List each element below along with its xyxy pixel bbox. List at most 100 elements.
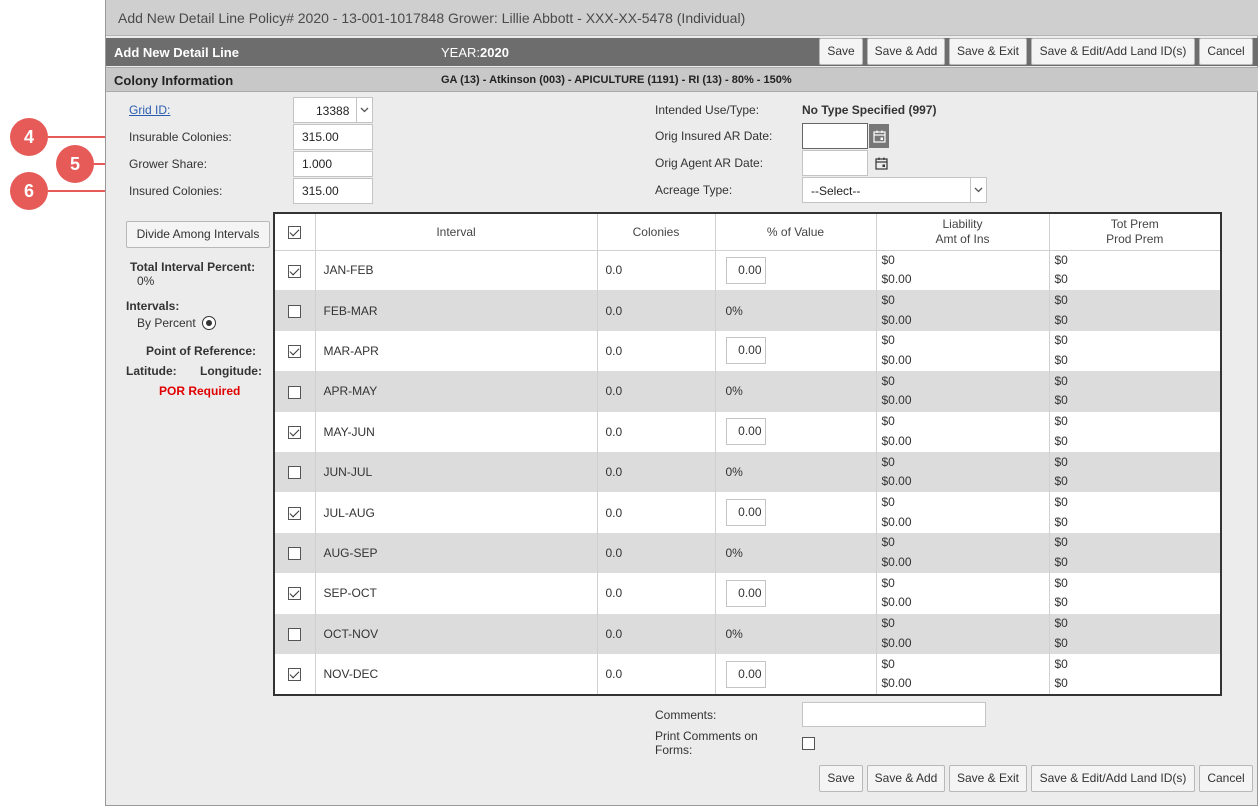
colonies-cell: 0.0 xyxy=(597,451,716,493)
save-button[interactable]: Save xyxy=(819,38,863,65)
print-comments-checkbox[interactable] xyxy=(802,737,815,750)
calendar-icon[interactable] xyxy=(871,151,891,175)
table-row: AUG-SEP 0.0 0% $0 $0.00 $0 $0 xyxy=(275,532,1220,574)
row-select-cell[interactable] xyxy=(275,411,316,452)
row-checkbox[interactable] xyxy=(288,466,301,480)
pct-value-input[interactable]: 0.00 xyxy=(725,418,766,446)
comments-input[interactable] xyxy=(802,702,986,727)
table-row: APR-MAY 0.0 0% $0 $0.00 $0 $0 xyxy=(275,371,1220,412)
pct-value-cell: 0% xyxy=(715,451,877,493)
pct-value-input[interactable]: 0.00 xyxy=(725,256,766,284)
pct-value-cell: 0.00 xyxy=(715,411,877,452)
colonies-cell: 0.0 xyxy=(597,532,716,574)
row-checkbox[interactable] xyxy=(288,547,301,561)
liability-cell: $0 $0.00 xyxy=(876,451,1050,493)
radio-selected-icon[interactable] xyxy=(202,316,216,330)
select-all-checkbox[interactable] xyxy=(288,225,302,239)
row-select-cell[interactable] xyxy=(275,532,316,574)
pct-value-input[interactable]: 0.00 xyxy=(725,499,766,527)
colonies-header: Colonies xyxy=(597,214,716,251)
table-row: SEP-OCT 0.0 0.00 $0 $0.00 $0 $0 xyxy=(275,573,1220,614)
liability-header: Liability Amt of Ins xyxy=(876,214,1050,251)
total-interval-percent-value: 0% xyxy=(137,274,155,288)
pct-value-input[interactable]: 0.00 xyxy=(725,579,766,607)
row-select-cell[interactable] xyxy=(275,371,316,412)
row-checkbox[interactable] xyxy=(288,264,301,278)
row-select-cell[interactable] xyxy=(275,653,316,695)
save-add-button-bottom[interactable]: Save & Add xyxy=(867,765,945,792)
table-row: NOV-DEC 0.0 0.00 $0 $0.00 $0 $0 xyxy=(275,653,1220,695)
colonies-cell: 0.0 xyxy=(597,613,716,654)
insurable-colonies-input[interactable] xyxy=(293,124,373,150)
save-edit-land-button-bottom[interactable]: Save & Edit/Add Land ID(s) xyxy=(1031,765,1195,792)
grower-share-input[interactable] xyxy=(293,151,373,177)
grid-id-select[interactable]: 13388 xyxy=(293,97,373,123)
interval-table: Interval Colonies % of Value Liability Am… xyxy=(275,214,1220,695)
cancel-button[interactable]: Cancel xyxy=(1199,38,1253,65)
row-select-cell[interactable] xyxy=(275,613,316,654)
row-select-cell[interactable] xyxy=(275,573,316,614)
pct-value-text: 0% xyxy=(725,465,743,480)
window-title: Add New Detail Line Policy# 2020 - 13-00… xyxy=(118,10,746,26)
insurable-colonies-label: Insurable Colonies: xyxy=(129,130,232,144)
row-checkbox[interactable] xyxy=(288,506,301,520)
save-add-button[interactable]: Save & Add xyxy=(867,38,945,65)
year-display: YEAR:2020 xyxy=(441,45,509,60)
colonies-cell: 0.0 xyxy=(597,371,716,412)
table-row: FEB-MAR 0.0 0% $0 $0.00 $0 $0 xyxy=(275,290,1220,331)
row-select-cell[interactable] xyxy=(275,290,316,331)
liability-cell: $0 $0.00 xyxy=(876,573,1050,614)
colonies-cell: 0.0 xyxy=(597,250,716,291)
grid-id-link[interactable]: Grid ID: xyxy=(129,103,170,117)
premium-cell: $0 $0 xyxy=(1054,252,1068,287)
colonies-cell: 0.0 xyxy=(597,492,716,533)
callout-6-line xyxy=(48,190,112,192)
save-button-bottom[interactable]: Save xyxy=(819,765,863,792)
cancel-button-bottom[interactable]: Cancel xyxy=(1199,765,1253,792)
add-detail-line-dialog: Add New Detail Line Policy# 2020 - 13-00… xyxy=(105,0,1258,806)
row-select-cell[interactable] xyxy=(275,330,316,372)
row-select-cell[interactable] xyxy=(275,250,316,291)
save-exit-button[interactable]: Save & Exit xyxy=(949,38,1027,65)
pct-value-cell: 0% xyxy=(715,290,877,331)
liability-cell: $0 $0.00 xyxy=(876,411,1050,452)
orig-agent-ar-date-input[interactable] xyxy=(802,150,868,176)
save-exit-button-bottom[interactable]: Save & Exit xyxy=(949,765,1027,792)
premium-cell: $0 $0 xyxy=(1054,656,1068,691)
premium-cell: $0 $0 xyxy=(1049,371,1220,412)
interval-grid: Interval Colonies % of Value Liability Am… xyxy=(273,212,1222,696)
pct-value-input[interactable]: 0.00 xyxy=(725,337,766,365)
acreage-type-select[interactable]: --Select-- xyxy=(802,177,987,203)
row-checkbox[interactable] xyxy=(288,385,301,399)
colonies-cell: 0.0 xyxy=(597,573,716,614)
orig-insured-ar-date-input[interactable] xyxy=(802,123,868,149)
calendar-icon[interactable] xyxy=(869,124,889,148)
row-checkbox[interactable] xyxy=(288,627,301,641)
callout-6: 6 xyxy=(10,172,48,210)
row-checkbox[interactable] xyxy=(288,425,301,439)
row-checkbox[interactable] xyxy=(288,304,301,318)
row-select-cell[interactable] xyxy=(275,451,316,493)
premium-cell: $0 $0 xyxy=(1054,575,1068,610)
interval-cell: FEB-MAR xyxy=(315,290,598,331)
row-select-cell[interactable] xyxy=(275,492,316,533)
pct-value-cell: 0.00 xyxy=(715,653,877,695)
pct-value-text: 0% xyxy=(725,545,743,560)
divide-among-intervals-button[interactable]: Divide Among Intervals xyxy=(126,221,270,248)
interval-cell: JUL-AUG xyxy=(315,492,598,533)
row-checkbox[interactable] xyxy=(288,668,301,682)
window-title-bar: Add New Detail Line Policy# 2020 - 13-00… xyxy=(106,0,1258,36)
pct-value-cell: 0.00 xyxy=(715,492,877,533)
pct-value-cell: 0% xyxy=(715,532,877,574)
select-all-header[interactable] xyxy=(275,214,316,251)
interval-cell: AUG-SEP xyxy=(315,532,598,574)
interval-cell: NOV-DEC xyxy=(315,653,598,695)
row-checkbox[interactable] xyxy=(288,587,301,601)
row-checkbox[interactable] xyxy=(288,345,301,359)
save-edit-land-button[interactable]: Save & Edit/Add Land ID(s) xyxy=(1031,38,1195,65)
premium-cell: $0 $0 xyxy=(1049,532,1220,574)
colonies-cell: 0.0 xyxy=(597,330,716,372)
pct-value-input[interactable]: 0.00 xyxy=(725,660,766,688)
insured-colonies-input[interactable] xyxy=(293,178,373,204)
table-row: MAR-APR 0.0 0.00 $0 $0.00 $0 $0 xyxy=(275,330,1220,372)
